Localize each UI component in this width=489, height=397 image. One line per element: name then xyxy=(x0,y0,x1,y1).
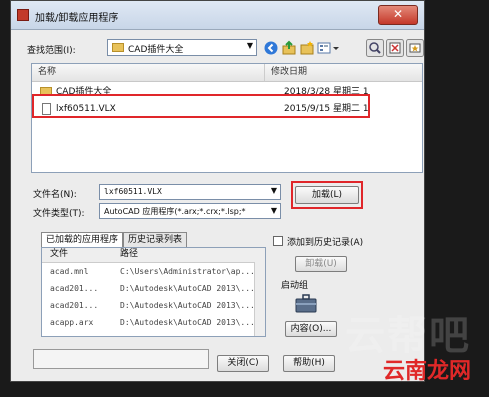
filename-field[interactable]: lxf60511.VLX ▼ xyxy=(99,184,281,200)
file-list[interactable]: 名称 修改日期 CAD插件大全 2018/3/28 星期三 1 lxf60511… xyxy=(31,63,423,173)
vertical-scrollbar[interactable] xyxy=(254,262,265,336)
add-history-label: 添加到历史记录(A) xyxy=(287,238,364,248)
file-name: lxf60511.VLX xyxy=(56,104,116,114)
table-row[interactable]: acad201... D:\Autodesk\AutoCAD 2013\... xyxy=(42,281,265,296)
table-row[interactable]: acapp.arx D:\Autodesk\AutoCAD 2013\... xyxy=(42,315,265,330)
views-icon[interactable] xyxy=(317,40,341,56)
loaded-apps-header: 文件 路径 xyxy=(42,248,265,263)
column-header-path[interactable]: 路径 xyxy=(120,248,138,261)
file-date: 2018/3/28 星期三 1 xyxy=(284,87,369,97)
app-icon xyxy=(17,9,29,21)
column-header-date[interactable]: 修改日期 xyxy=(264,64,422,82)
briefcase-icon[interactable] xyxy=(295,293,317,313)
filetype-label: 文件类型(T): xyxy=(33,209,85,219)
list-item[interactable]: CAD插件大全 2018/3/28 星期三 1 xyxy=(32,84,422,100)
app-path: C:\Users\Administrator\ap... xyxy=(120,267,255,276)
filename-label: 文件名(N): xyxy=(33,190,77,200)
up-folder-icon[interactable] xyxy=(281,40,297,56)
close-button[interactable]: 关闭(C) xyxy=(217,355,269,372)
title-bar: 加载/卸载应用程序 ✕ xyxy=(11,1,424,30)
look-in-value: CAD插件大全 xyxy=(128,45,184,55)
table-row[interactable]: acad.mnl C:\Users\Administrator\ap... xyxy=(42,264,265,279)
help-button[interactable]: 帮助(H) xyxy=(283,355,335,372)
dialog-title: 加载/卸载应用程序 xyxy=(35,13,119,24)
app-file: acad201... xyxy=(50,301,99,310)
look-in-combo[interactable]: CAD插件大全 ▼ xyxy=(107,39,257,56)
app-path: D:\Autodesk\AutoCAD 2013\... xyxy=(120,318,255,327)
loaded-apps-list[interactable]: 文件 路径 acad.mnl C:\Users\Administrator\ap… xyxy=(41,247,266,337)
folder-icon xyxy=(112,43,124,52)
search-web-icon[interactable] xyxy=(366,39,384,57)
add-history-checkbox[interactable] xyxy=(273,236,283,246)
chevron-down-icon: ▼ xyxy=(270,186,277,195)
column-header-name[interactable]: 名称 xyxy=(32,64,264,82)
app-path: D:\Autodesk\AutoCAD 2013\... xyxy=(120,301,255,310)
chevron-down-icon: ▼ xyxy=(246,41,253,50)
tab-loaded-apps[interactable]: 已加载的应用程序 xyxy=(41,232,124,248)
close-window-button[interactable]: ✕ xyxy=(378,5,418,25)
watermark-site-name: 云南龙网 xyxy=(382,359,471,384)
contents-button[interactable]: 内容(O)... xyxy=(285,321,337,337)
table-row[interactable]: acad201... D:\Autodesk\AutoCAD 2013\... xyxy=(42,298,265,313)
app-file: acad201... xyxy=(50,284,99,293)
tab-history-list[interactable]: 历史记录列表 xyxy=(123,232,188,248)
folder-icon xyxy=(40,87,52,96)
status-box xyxy=(33,349,209,369)
file-name: CAD插件大全 xyxy=(56,87,112,97)
chevron-down-icon: ▼ xyxy=(268,204,280,218)
filetype-value: AutoCAD 应用程序(*.arx;*.crx;*.lsp;* xyxy=(104,207,246,216)
file-date: 2015/9/15 星期二 1 xyxy=(284,104,369,114)
back-icon[interactable] xyxy=(263,40,279,56)
column-header-file[interactable]: 文件 xyxy=(50,248,68,261)
delete-icon[interactable] xyxy=(386,39,404,57)
favorites-icon[interactable] xyxy=(406,39,424,57)
list-item-selected[interactable]: lxf60511.VLX 2015/9/15 星期二 1 xyxy=(32,101,422,117)
app-file: acapp.arx xyxy=(50,318,94,327)
app-file: acad.mnl xyxy=(50,267,89,276)
look-in-label: 查找范围(I): xyxy=(27,46,76,56)
filename-value: lxf60511.VLX xyxy=(104,187,162,196)
filetype-select[interactable]: AutoCAD 应用程序(*.arx;*.crx;*.lsp;* ▼ xyxy=(99,203,281,219)
load-button[interactable]: 加载(L) xyxy=(295,186,359,204)
startup-suite-label: 启动组 xyxy=(281,281,309,291)
file-icon xyxy=(42,103,51,115)
unload-button[interactable]: 卸载(U) xyxy=(295,256,347,272)
new-folder-icon[interactable] xyxy=(299,40,315,56)
app-path: D:\Autodesk\AutoCAD 2013\... xyxy=(120,284,255,293)
